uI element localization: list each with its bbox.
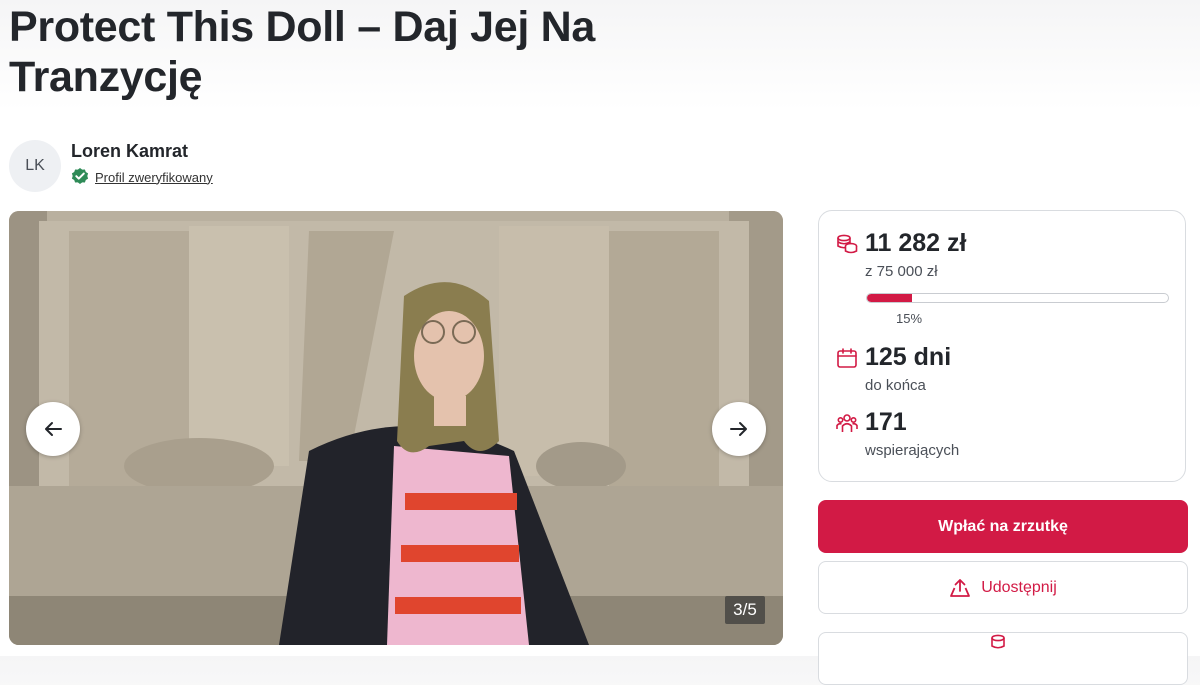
- coins-icon: [837, 234, 858, 254]
- calendar-icon: [837, 348, 857, 368]
- author-name[interactable]: Loren Kamrat: [71, 141, 188, 162]
- days-left: 125 dni: [865, 343, 952, 371]
- share-button[interactable]: Udostępnij: [818, 561, 1188, 614]
- photo-gallery[interactable]: 3/5: [9, 211, 783, 645]
- days-left-label: do końca: [865, 377, 926, 394]
- secondary-action-button[interactable]: [818, 632, 1188, 685]
- people-icon: [836, 414, 858, 432]
- photo-counter: 3/5: [725, 596, 765, 624]
- supporters-label: wspierających: [865, 442, 960, 459]
- previous-photo-button[interactable]: [26, 402, 80, 456]
- amount-goal: z 75 000 zł: [865, 263, 938, 280]
- share-button-label: Udostępnij: [981, 578, 1057, 596]
- share-icon: [950, 578, 971, 597]
- donate-button[interactable]: Wpłać na zrzutkę: [818, 500, 1188, 553]
- amount-raised: 11 282 zł: [865, 229, 967, 257]
- verified-check-icon: [71, 168, 89, 184]
- verified-profile: Profil zweryfikowany: [70, 167, 213, 187]
- arrow-right-icon: [730, 422, 747, 436]
- campaign-photo: [9, 211, 783, 645]
- progress-bar: [866, 293, 1169, 303]
- coins-icon: [991, 634, 1005, 649]
- page-title: Protect This Doll – Daj Jej Na Tranzycję: [9, 3, 596, 101]
- stats-card: 11 282 zł z 75 000 zł 15% 125 dni do koń…: [818, 210, 1186, 482]
- next-photo-button[interactable]: [712, 402, 766, 456]
- supporters-count: 171: [865, 408, 907, 436]
- progress-percent: 15%: [896, 311, 923, 326]
- avatar[interactable]: LK: [9, 140, 61, 192]
- progress-fill: [867, 294, 913, 302]
- verified-profile-link[interactable]: Profil zweryfikowany: [95, 170, 213, 185]
- arrow-left-icon: [45, 422, 62, 436]
